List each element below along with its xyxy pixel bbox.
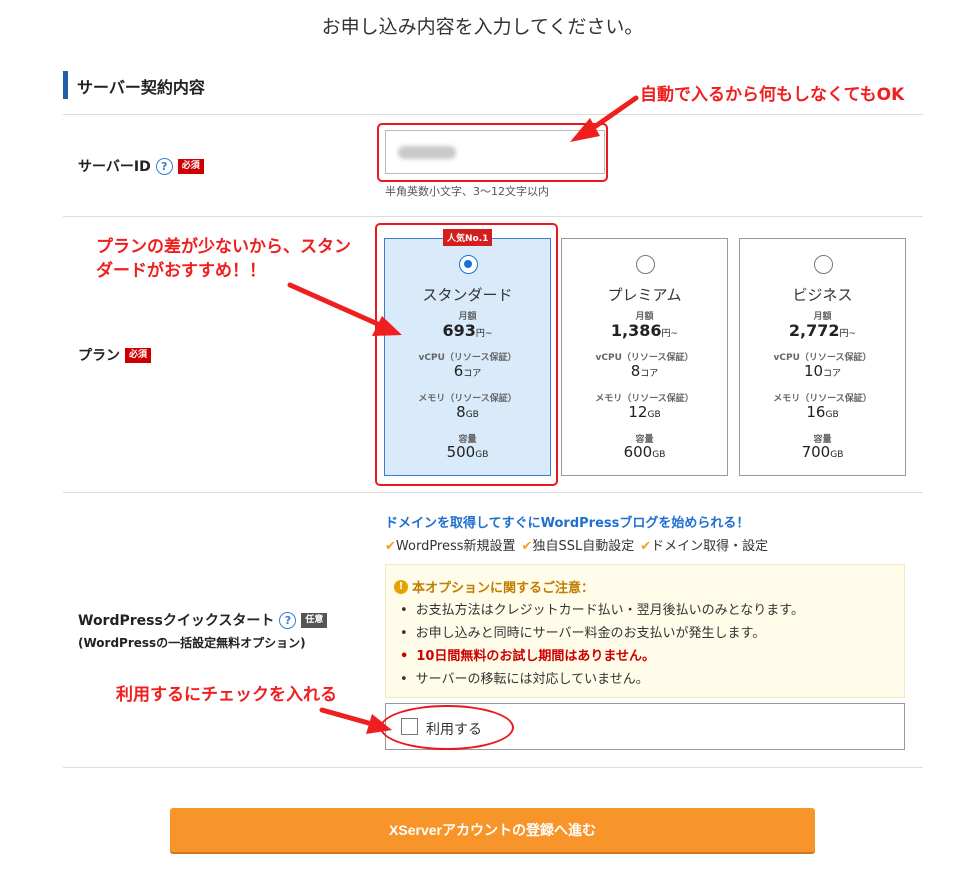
optional-badge: 任意 <box>301 612 328 628</box>
wordpress-features: ✔WordPress新規設置 ✔独自SSL自動設定 ✔ドメイン取得・設定 <box>385 535 768 554</box>
plan-radio-business[interactable] <box>814 255 833 274</box>
storage-value: 600GB <box>623 443 666 461</box>
vcpu-value: 8コア <box>630 362 659 380</box>
check-icon: ✔ <box>385 539 396 554</box>
notice-item: サーバーの移転には対応していません。 <box>400 668 804 691</box>
notice-list: お支払方法はクレジットカード払い・翌月後払いのみとなります。 お申し込みと同時に… <box>400 599 804 691</box>
check-icon: ✔ <box>640 539 652 554</box>
memory-value: 16GB <box>806 403 839 421</box>
feature-item: ✔独自SSL自動設定 <box>521 539 635 554</box>
help-icon[interactable]: ? <box>155 157 173 175</box>
plan-card-premium[interactable]: プレミアム 月額 1,386円~ vCPU（リソース保証） 8コア メモリ（リソ… <box>561 238 728 476</box>
divider <box>63 114 923 115</box>
section-title: サーバー契約内容 <box>77 78 205 97</box>
submit-button[interactable]: XServerアカウントの登録へ進む <box>170 808 815 852</box>
notice-item: お申し込みと同時にサーバー料金のお支払いが発生します。 <box>400 622 804 645</box>
help-icon[interactable]: ? <box>279 611 297 629</box>
vcpu-value: 10コア <box>803 362 842 380</box>
notice-box: ! 本オプションに関するご注意： お支払方法はクレジットカード払い・翌月後払いの… <box>385 564 905 698</box>
divider <box>63 492 923 493</box>
check-icon: ✔ <box>521 539 533 554</box>
wordpress-label-row: WordPressクイックスタート ? 任意 <box>78 610 328 630</box>
memory-value: 12GB <box>628 403 661 421</box>
plan-radio-premium[interactable] <box>636 255 655 274</box>
annotation-ring-server-id <box>377 123 608 182</box>
feature-item: ✔ドメイン取得・設定 <box>640 539 769 554</box>
notice-title: 本オプションに関するご注意： <box>412 581 595 596</box>
annotation-check-hint: 利用するにチェックを入れる <box>116 685 337 705</box>
plan-price: 1,386円~ <box>610 321 679 340</box>
section-accent-bar <box>63 71 68 99</box>
divider <box>63 216 923 217</box>
wordpress-sub-label: (WordPressの一括設定無料オプション) <box>78 636 306 650</box>
required-badge: 必須 <box>125 347 152 363</box>
divider <box>63 767 923 768</box>
server-id-label: サーバーID <box>78 159 151 175</box>
plan-label: プラン <box>78 348 120 364</box>
server-id-label-row: サーバーID ? 必須 <box>78 156 204 176</box>
notice-item: お支払方法はクレジットカード払い・翌月後払いのみとなります。 <box>400 599 804 622</box>
page-title: お申し込み内容を入力してください。 <box>321 16 644 38</box>
annotation-plan-line2: ダードがおすすめ！！ <box>96 261 266 281</box>
warning-icon: ! <box>394 579 408 594</box>
wordpress-label: WordPressクイックスタート <box>78 613 275 629</box>
plan-name: プレミアム <box>607 286 682 304</box>
required-badge: 必須 <box>177 158 204 174</box>
annotation-plan-line1: プランの差が少ないから、スタン <box>96 237 351 257</box>
plan-card-business[interactable]: ビジネス 月額 2,772円~ vCPU（リソース保証） 10コア メモリ（リソ… <box>739 238 906 476</box>
server-id-hint: 半角英数小文字、3〜12文字以内 <box>385 185 549 198</box>
plan-name: ビジネス <box>792 286 853 304</box>
annotation-ring-standard-plan <box>375 223 558 486</box>
plan-label-row: プラン 必須 <box>78 345 152 365</box>
storage-value: 700GB <box>801 443 844 461</box>
plan-price: 2,772円~ <box>788 321 857 340</box>
notice-item-warning: 10日間無料のお試し期間はありません。 <box>400 645 804 668</box>
feature-item: ✔WordPress新規設置 <box>385 539 516 554</box>
annotation-auto-fill: 自動で入るから何もしなくてもOK <box>640 85 905 105</box>
wordpress-lead: ドメインを取得してすぐにWordPressブログを始められる！ <box>385 516 750 531</box>
notice-title-row: ! 本オプションに関するご注意： <box>394 577 594 596</box>
annotation-ring-checkbox <box>380 705 514 750</box>
